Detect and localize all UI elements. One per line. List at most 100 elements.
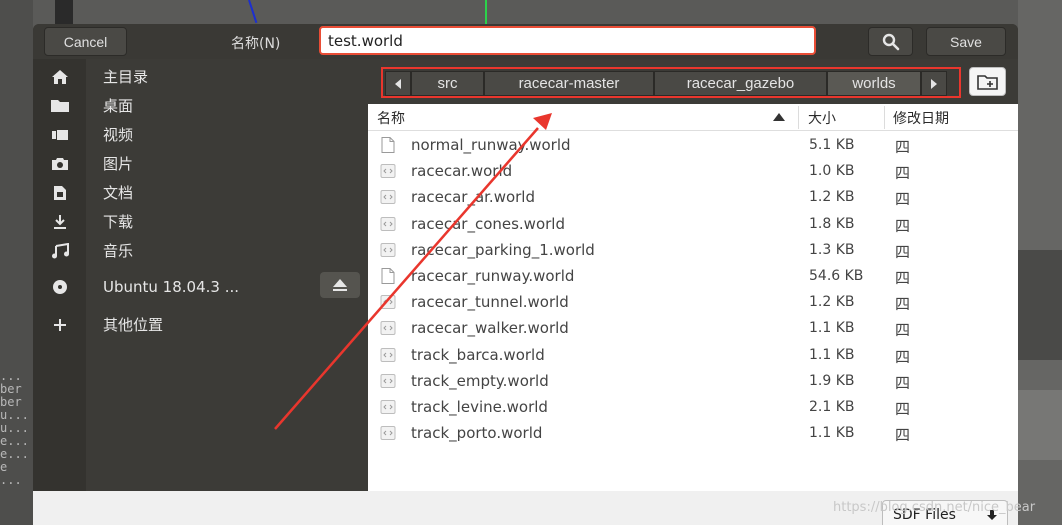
list-header: 名称 大小 修改日期 [368, 104, 1018, 131]
search-icon [882, 33, 899, 50]
table-row[interactable]: racecar_walker.world 1.1 KB 四 [368, 315, 1018, 341]
file-size: 1.2 KB [809, 294, 855, 311]
sidebar-item-ubuntu-disc[interactable]: Ubuntu 18.04.3 ... [33, 272, 368, 301]
column-header-date[interactable]: 修改日期 [893, 108, 949, 128]
triangle-right-icon [931, 78, 937, 89]
code-file-icon [380, 295, 396, 310]
file-name: racecar_tunnel.world [411, 293, 569, 312]
file-date: 四 [895, 242, 911, 261]
file-name: normal_runway.world [411, 136, 571, 154]
background-axis-line [248, 0, 258, 24]
sidebar-item-label: Ubuntu 18.04.3 ... [103, 277, 239, 296]
file-date: 四 [895, 426, 911, 445]
column-divider [884, 106, 885, 129]
filename-input[interactable] [319, 26, 816, 55]
sidebar-item-desktop[interactable]: 桌面 [33, 91, 368, 120]
code-file-icon [380, 426, 396, 441]
sidebar-item-label: 视频 [103, 126, 134, 144]
file-date: 四 [895, 216, 911, 235]
breadcrumb-racecar-master[interactable]: racecar-master [484, 71, 654, 96]
save-file-dialog: Cancel 名称(N) Save 主目录 桌面 [33, 24, 1018, 525]
file-name: racecar_cones.world [411, 214, 565, 233]
table-row[interactable]: track_porto.world 1.1 KB 四 [368, 420, 1018, 446]
table-row[interactable]: track_levine.world 2.1 KB 四 [368, 394, 1018, 420]
column-header-name[interactable]: 名称 [377, 108, 405, 128]
code-file-icon [380, 190, 396, 205]
table-row[interactable]: racecar_runway.world 54.6 KB 四 [368, 263, 1018, 289]
file-size: 2.1 KB [809, 399, 855, 415]
breadcrumb-racecar-gazebo[interactable]: racecar_gazebo [654, 71, 827, 96]
file-name: track_porto.world [411, 424, 543, 443]
background-axis-line [485, 0, 487, 24]
breadcrumb-src[interactable]: src [411, 71, 484, 96]
sidebar-item-pictures[interactable]: 图片 [33, 149, 368, 178]
sidebar-item-label: 下载 [103, 213, 134, 231]
download-icon [49, 211, 71, 233]
table-row[interactable]: racecar_tunnel.world 1.2 KB 四 [368, 289, 1018, 315]
sidebar-item-other-locations[interactable]: 其他位置 [33, 310, 368, 339]
file-name: racecar_ar.world [411, 188, 535, 207]
file-size: 1.1 KB [809, 425, 855, 442]
file-size: 1.1 KB [809, 346, 855, 363]
path-scroll-right-button[interactable] [921, 71, 947, 96]
sort-ascending-icon [773, 113, 785, 121]
table-row[interactable]: track_empty.world 1.9 KB 四 [368, 368, 1018, 394]
sidebar-item-home[interactable]: 主目录 [33, 62, 368, 91]
code-file-icon [380, 373, 396, 388]
file-size: 54.6 KB [809, 268, 864, 284]
new-folder-button[interactable] [969, 67, 1006, 96]
table-row[interactable]: racecar.world 1.0 KB 四 [368, 158, 1018, 184]
eject-button[interactable] [320, 272, 360, 298]
file-name: track_levine.world [411, 398, 548, 416]
table-row[interactable]: racecar_ar.world 1.2 KB 四 [368, 184, 1018, 210]
table-row[interactable]: racecar_cones.world 1.8 KB 四 [368, 211, 1018, 237]
column-divider [798, 106, 799, 129]
background-right-shape [1018, 250, 1062, 360]
plain-file-icon [381, 268, 395, 284]
plus-icon [49, 314, 71, 336]
file-date: 四 [895, 321, 911, 340]
path-scroll-left-button[interactable] [385, 71, 411, 96]
dialog-header: Cancel 名称(N) Save [33, 24, 1018, 59]
sidebar-item-label: 桌面 [103, 97, 134, 115]
cancel-button[interactable]: Cancel [44, 27, 127, 56]
document-icon [49, 182, 71, 204]
breadcrumb-worlds[interactable]: worlds [827, 71, 921, 96]
search-button[interactable] [868, 27, 913, 56]
table-row[interactable]: track_barca.world 1.1 KB 四 [368, 342, 1018, 368]
column-header-size[interactable]: 大小 [808, 108, 836, 128]
new-folder-icon [976, 74, 998, 90]
file-name: racecar_walker.world [411, 319, 569, 338]
table-row[interactable]: racecar_parking_1.world 1.3 KB 四 [368, 237, 1018, 263]
sidebar-item-label: 其他位置 [103, 316, 164, 334]
file-size: 1.3 KB [809, 241, 855, 258]
file-date: 四 [895, 400, 911, 418]
file-size: 1.0 KB [809, 163, 855, 180]
file-size: 1.9 KB [809, 372, 855, 389]
sidebar-item-music[interactable]: 音乐 [33, 236, 368, 265]
background-overflow-text: ... ber ber u... u... e... e... e ... [0, 370, 29, 487]
path-bar: src racecar-master racecar_gazebo worlds [381, 67, 961, 98]
file-date: 四 [895, 373, 911, 392]
code-file-icon [380, 400, 396, 414]
sidebar-item-label: 音乐 [103, 242, 134, 260]
file-list: 名称 大小 修改日期 normal_runway.world 5.1 KB 四 rac… [368, 104, 1018, 491]
places-sidebar: 主目录 桌面 视频 图片 文档 下载 音乐 Ubuntu 18.04.3 ...… [33, 59, 368, 525]
code-file-icon [380, 164, 396, 179]
sidebar-item-downloads[interactable]: 下载 [33, 207, 368, 236]
sidebar-item-documents[interactable]: 文档 [33, 178, 368, 207]
file-date: 四 [895, 138, 911, 156]
file-size: 1.1 KB [809, 320, 855, 337]
table-row[interactable]: normal_runway.world 5.1 KB 四 [368, 132, 1018, 158]
music-icon [49, 240, 71, 262]
sidebar-item-videos[interactable]: 视频 [33, 120, 368, 149]
camera-icon [49, 153, 71, 175]
code-file-icon [380, 321, 396, 336]
file-date: 四 [895, 190, 911, 209]
code-file-icon [380, 242, 396, 257]
file-name: racecar.world [411, 162, 513, 181]
code-file-icon [380, 216, 396, 231]
file-name: track_empty.world [411, 371, 549, 390]
file-date: 四 [895, 295, 911, 314]
save-button[interactable]: Save [926, 27, 1006, 56]
